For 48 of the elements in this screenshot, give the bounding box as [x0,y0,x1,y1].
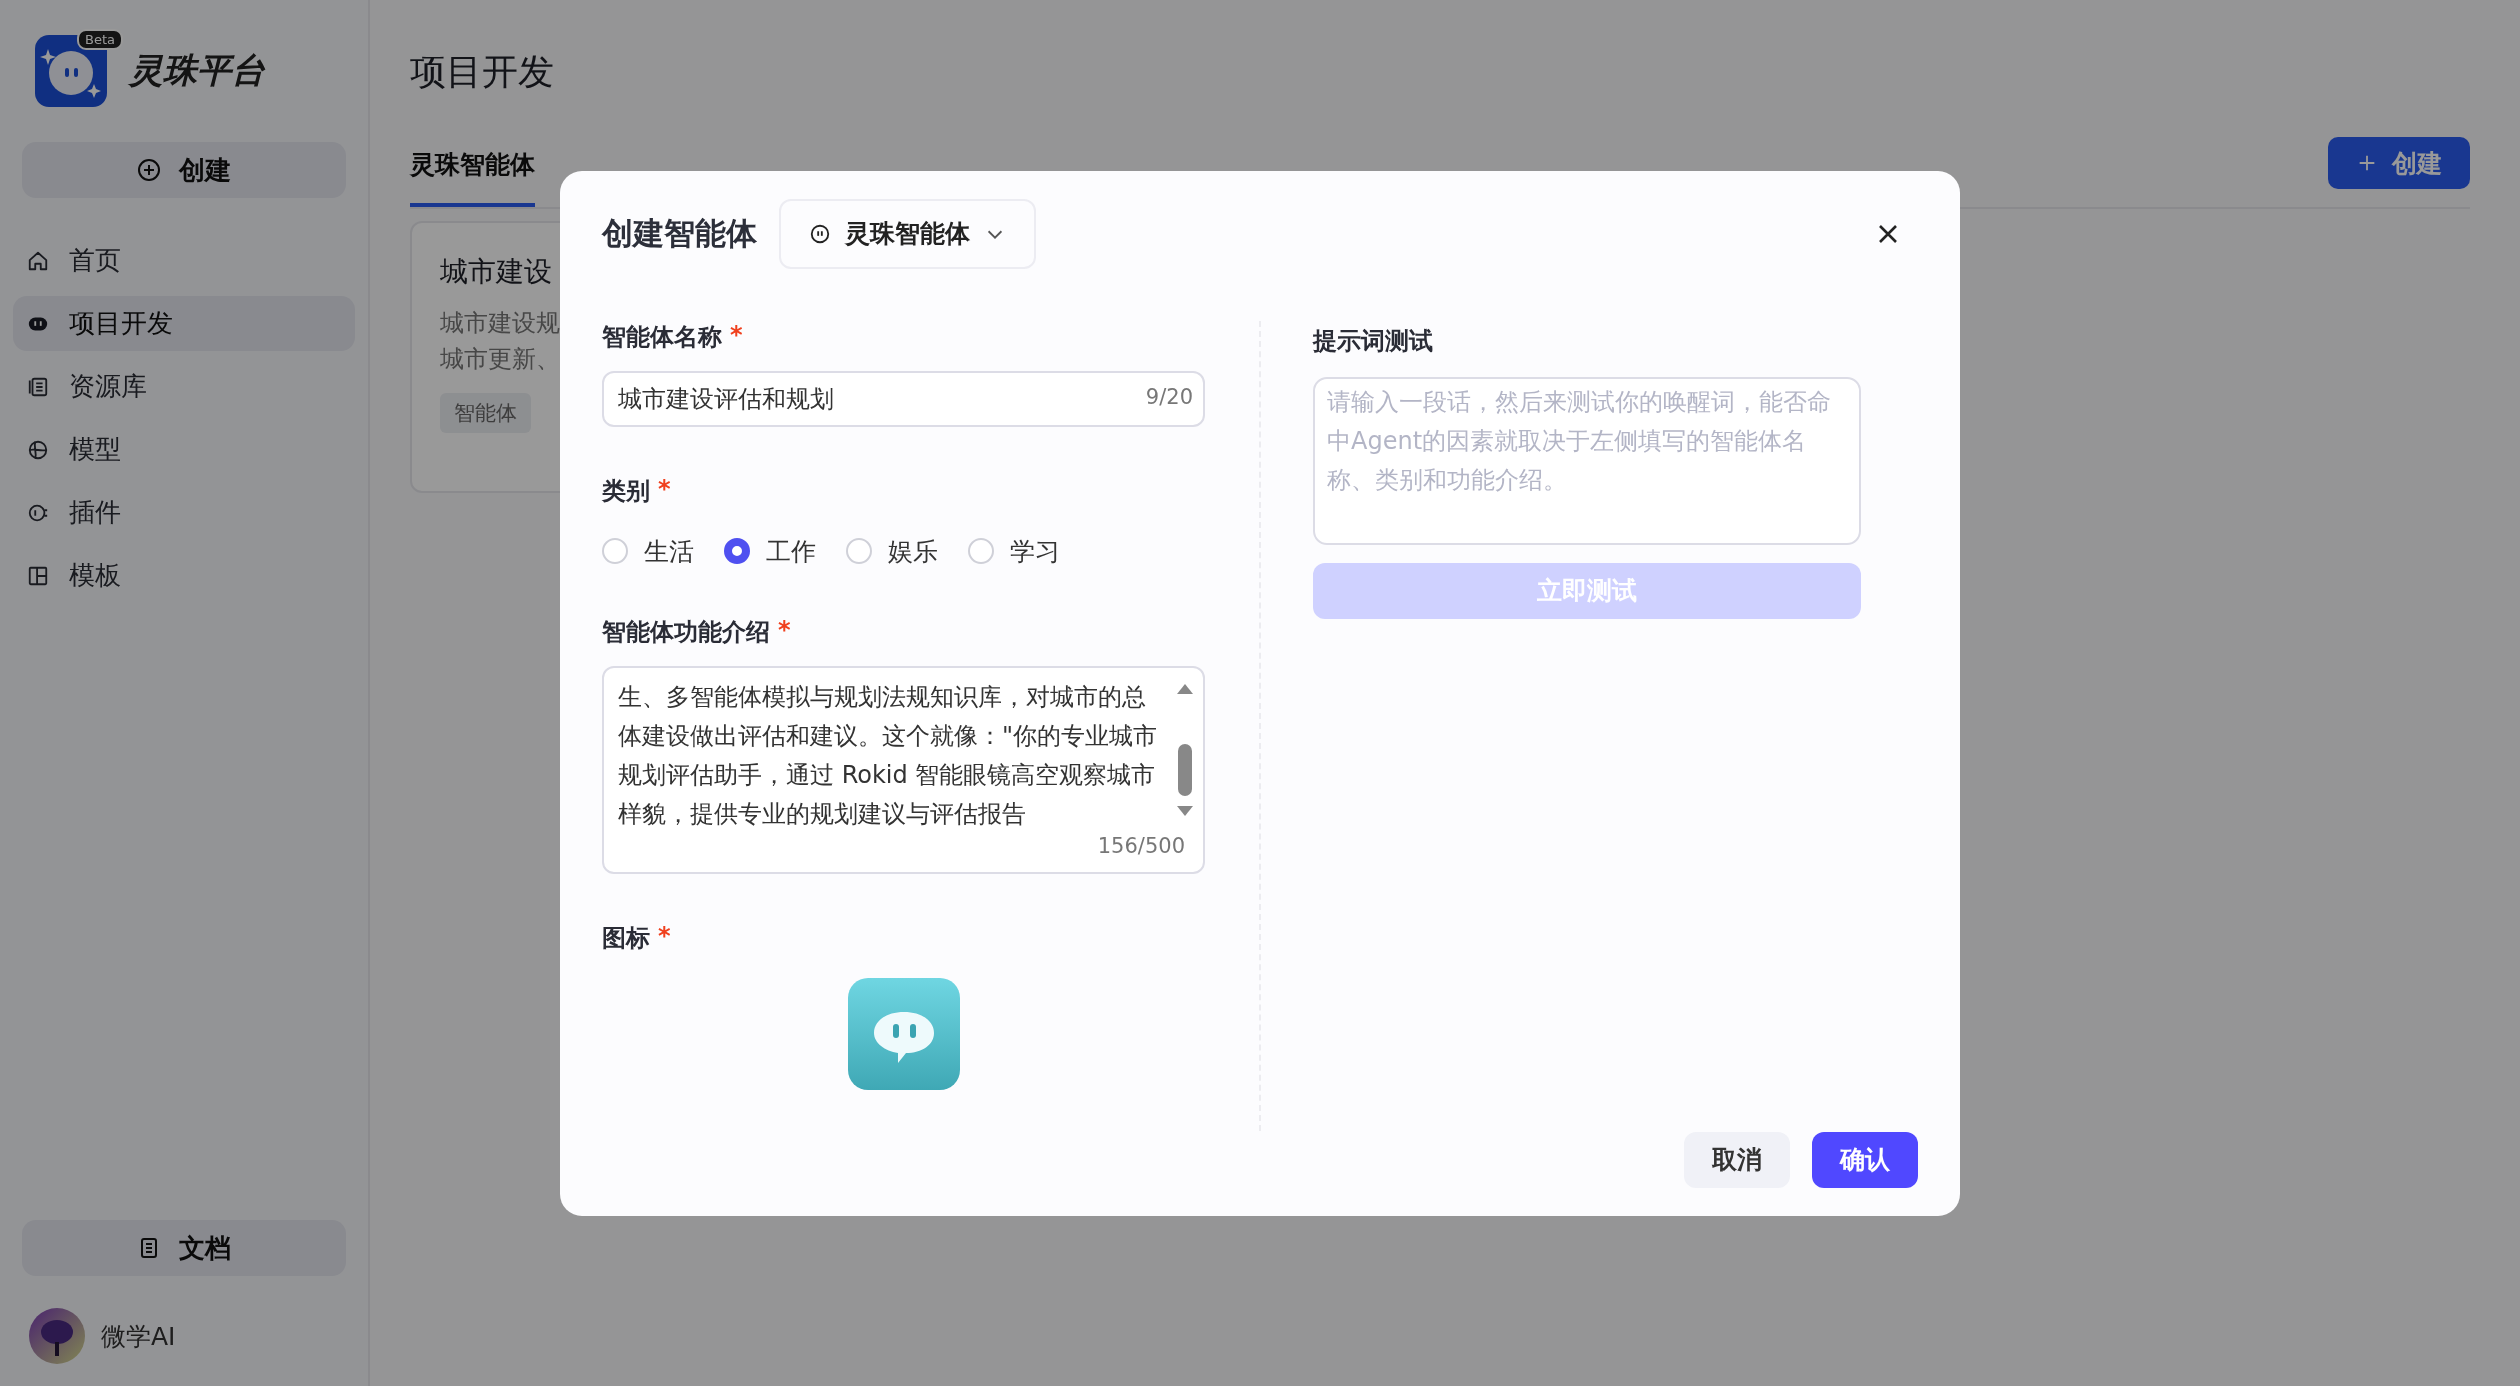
nav-item[interactable]: 首页 [13,233,355,288]
agent-icon[interactable] [848,977,960,1090]
card-description: 城市建设规 [440,308,560,339]
nav-item[interactable]: 模型 [13,422,355,477]
required-mark: * [658,921,671,952]
docs-button[interactable]: 文档 [22,1220,346,1276]
field-label: 智能体功能介绍 [602,616,770,648]
page-title: 项目开发 [410,50,555,94]
required-mark: * [778,615,791,646]
prompt-field[interactable]: 请输入一段话，然后来测试你的唤醒词，能否命中Agent的因素就取决于左侧填写的智能体名称、类别和功能介绍。 [1313,376,1861,545]
user-name: 微学AI [101,1320,176,1353]
beta-badge: Beta [77,29,123,50]
library-icon [27,375,49,398]
radio-label[interactable]: 娱乐 [888,534,938,568]
char-count: 9/20 [1145,384,1193,409]
create-button[interactable]: 创建 [22,142,346,198]
nav-item[interactable]: 项目开发 [13,296,355,351]
tab[interactable]: 灵珠智能体 [410,148,535,207]
logo-text: 灵珠平台 [129,49,265,92]
confirm-button[interactable]: 确认 [1812,1131,1918,1188]
required-mark: * [730,320,743,351]
field-label: 类别 [602,475,650,507]
home-icon [27,249,49,272]
radio-label[interactable]: 工作 [766,534,816,568]
required-mark: * [658,474,671,505]
plus-circle-icon [137,158,161,182]
cancel-button[interactable]: 取消 [1684,1131,1790,1188]
description-field[interactable]: 生、多智能体模拟与规划法规知识库，对城市的总体建设做出评估和建议。这个就像："你的专业城市规划评估助手，通过 Rokid 智能眼镜高空观察城市样貌，提供专业的规划建议与评估报告 156/500 [602,665,1205,874]
model-icon [27,438,49,461]
radio-button[interactable] [724,538,750,564]
card-title: 城市建设 [440,254,552,290]
template-icon [27,564,49,587]
radio-label[interactable]: 学习 [1010,534,1060,568]
nav-item[interactable]: 插件 [13,485,355,540]
field-label: 提示词测试 [1313,325,1433,357]
type-select[interactable]: 灵珠智能体 [779,198,1036,269]
bot-face-icon [809,222,831,245]
tag: 智能体 [440,393,531,433]
nav-item[interactable]: 资源库 [13,359,355,414]
radio-label[interactable]: 生活 [644,534,694,568]
field-label: 图标 [602,922,650,954]
create-button[interactable]: 创建 [2328,137,2470,189]
char-count: 156/500 [1097,833,1185,858]
dialog-title: 创建智能体 [602,213,757,253]
avatar [29,1308,85,1364]
card-description: 城市更新、 [440,344,560,375]
nav-item[interactable]: 模板 [13,548,355,603]
field-label: 智能体名称 [602,321,722,353]
